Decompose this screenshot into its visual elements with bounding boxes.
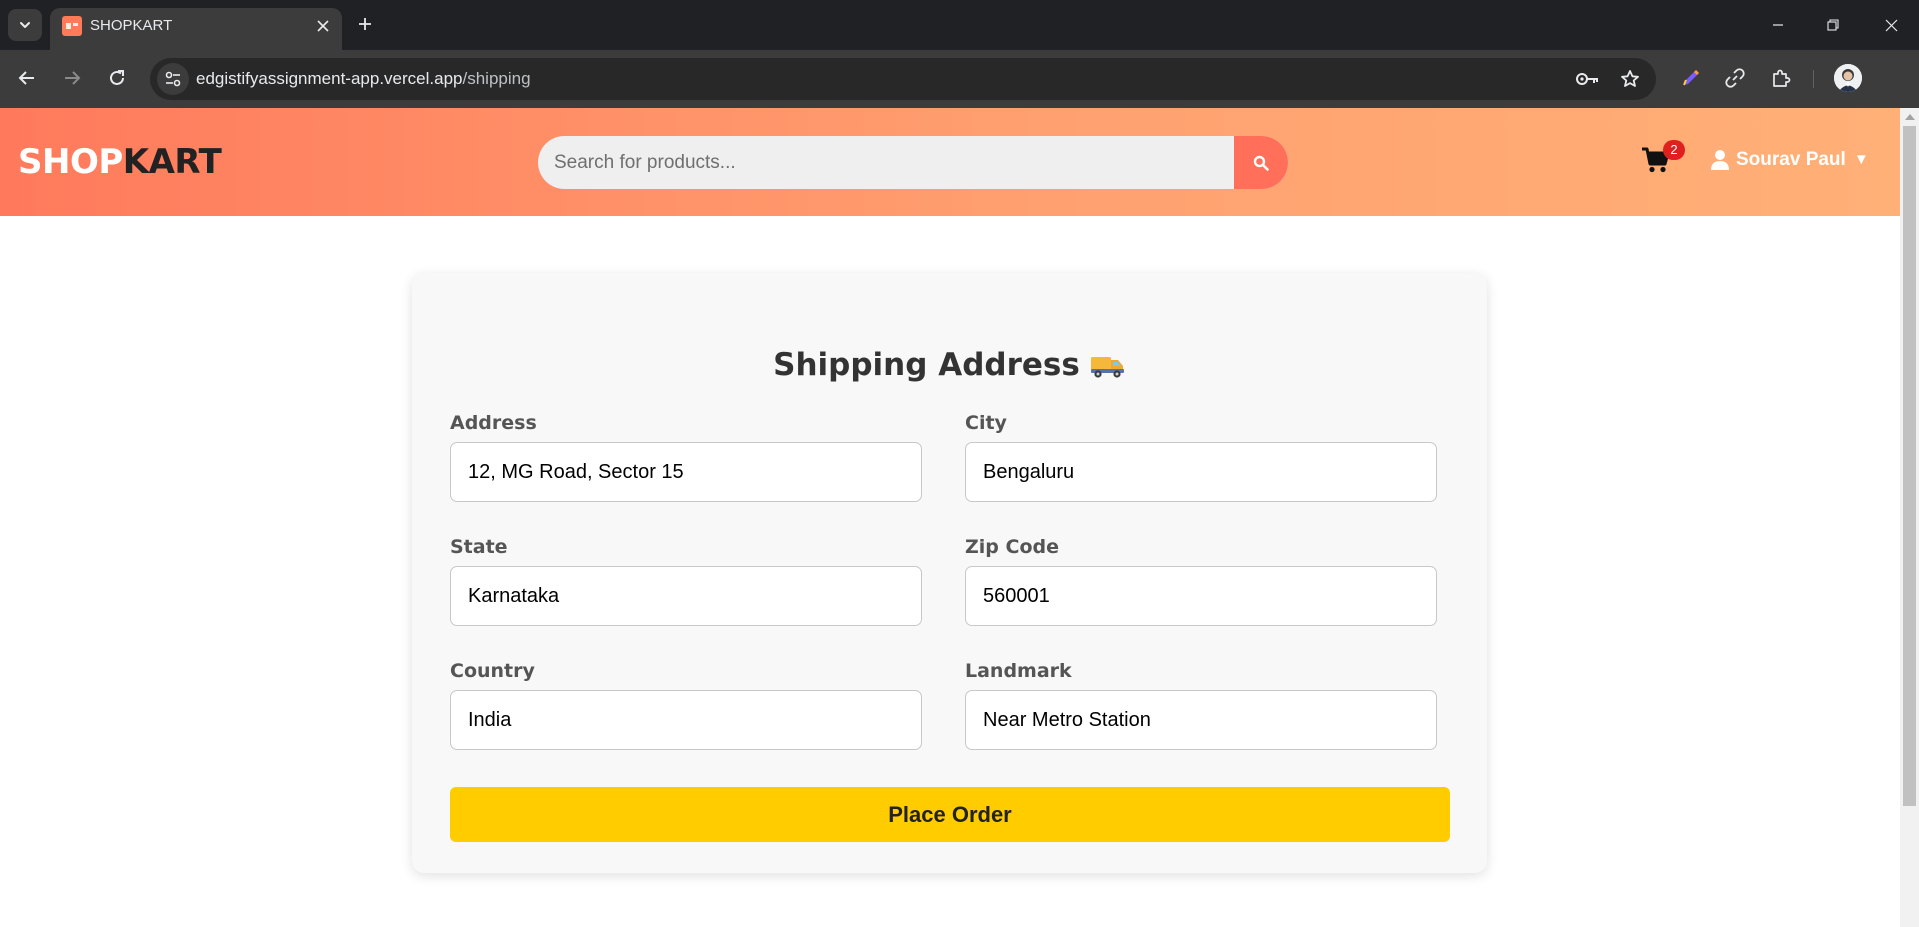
- url-path: /shipping: [462, 69, 531, 88]
- search-button[interactable]: [1234, 136, 1288, 189]
- landmark-input[interactable]: [965, 690, 1437, 750]
- tune-icon: [165, 71, 181, 87]
- zip-label: Zip Code: [965, 536, 1059, 558]
- reload-icon: [110, 70, 124, 85]
- address-label: Address: [450, 412, 537, 434]
- arrow-left-icon: [18, 71, 34, 85]
- city-field-group: City: [965, 412, 1437, 502]
- star-icon: [1621, 70, 1639, 87]
- key-icon: [1576, 73, 1598, 85]
- browser-tab-bar: SHOPKART: [0, 0, 1919, 50]
- user-name: Sourav Paul: [1736, 149, 1846, 170]
- landmark-label: Landmark: [965, 660, 1072, 682]
- close-icon: [317, 20, 329, 32]
- profile-avatar[interactable]: [1834, 64, 1862, 92]
- minimize-button[interactable]: [1765, 12, 1791, 38]
- page-scrollbar[interactable]: [1900, 108, 1919, 927]
- logo-shop: SHOP: [18, 142, 123, 182]
- extension-pen-button[interactable]: [1675, 62, 1707, 94]
- url-text: edgistifyassignment-app.vercel.app/shipp…: [196, 69, 531, 89]
- state-field-group: State: [450, 536, 922, 626]
- page-viewport: SHOPKART 2 Sourav Paul ▼ Shipping Addres…: [0, 108, 1900, 927]
- browser-tab[interactable]: SHOPKART: [50, 8, 342, 50]
- address-bar[interactable]: edgistifyassignment-app.vercel.app/shipp…: [150, 58, 1656, 100]
- chevron-down-icon: ▼: [1853, 151, 1869, 168]
- new-tab-button[interactable]: [352, 11, 378, 37]
- address-input[interactable]: [450, 442, 922, 502]
- shopkart-favicon-icon: [62, 16, 82, 36]
- arrow-right-icon: [65, 71, 81, 85]
- truck-icon: [1090, 357, 1124, 378]
- extensions-button[interactable]: [1765, 62, 1797, 94]
- scroll-up-arrow-icon[interactable]: [1905, 114, 1915, 120]
- shopkart-logo[interactable]: SHOPKART: [18, 142, 222, 182]
- shipping-card: Shipping Address Address City State Zip …: [412, 273, 1487, 873]
- password-button[interactable]: [1572, 63, 1604, 95]
- tab-close-button[interactable]: [312, 15, 334, 37]
- country-field-group: Country: [450, 660, 922, 750]
- browser-toolbar: edgistifyassignment-app.vercel.app/shipp…: [0, 50, 1919, 108]
- landmark-field-group: Landmark: [965, 660, 1437, 750]
- link-icon: [1725, 68, 1745, 88]
- back-button[interactable]: [11, 62, 43, 94]
- tab-title: SHOPKART: [90, 17, 173, 34]
- bookmark-button[interactable]: [1614, 63, 1646, 95]
- state-input[interactable]: [450, 566, 922, 626]
- zip-input[interactable]: [965, 566, 1437, 626]
- page-title-text: Shipping Address: [773, 347, 1080, 383]
- reload-button[interactable]: [101, 62, 133, 94]
- minimize-icon: [1773, 24, 1783, 26]
- chevron-down-icon: [20, 22, 30, 28]
- search-bar: [538, 136, 1288, 189]
- user-menu[interactable]: Sourav Paul ▼: [1710, 148, 1869, 172]
- site-info-button[interactable]: [157, 63, 189, 95]
- pen-icon: [1683, 69, 1700, 86]
- site-header: SHOPKART 2 Sourav Paul ▼: [0, 108, 1900, 216]
- city-input[interactable]: [965, 442, 1437, 502]
- plus-icon: [359, 18, 371, 30]
- toolbar-divider: [1813, 70, 1814, 88]
- restore-icon: [1827, 19, 1839, 31]
- avatar-icon: [1834, 64, 1862, 92]
- puzzle-icon: [1773, 69, 1791, 87]
- scrollbar-thumb[interactable]: [1903, 126, 1916, 806]
- search-icon: [1253, 155, 1269, 171]
- close-icon: [1885, 19, 1897, 31]
- zip-field-group: Zip Code: [965, 536, 1437, 626]
- address-field-group: Address: [450, 412, 922, 502]
- page-title: Shipping Address: [412, 345, 1487, 385]
- place-order-button[interactable]: Place Order: [450, 787, 1450, 842]
- extension-link-button[interactable]: [1719, 62, 1751, 94]
- forward-button[interactable]: [56, 62, 88, 94]
- window-close-button[interactable]: [1878, 12, 1904, 38]
- country-input[interactable]: [450, 690, 922, 750]
- city-label: City: [965, 412, 1007, 434]
- search-input[interactable]: [538, 136, 1234, 189]
- country-label: Country: [450, 660, 535, 682]
- cart-count-badge: 2: [1663, 140, 1685, 160]
- state-label: State: [450, 536, 508, 558]
- tab-search-button[interactable]: [8, 9, 42, 41]
- url-host: edgistifyassignment-app.vercel.app: [196, 69, 463, 88]
- restore-button[interactable]: [1820, 12, 1846, 38]
- user-icon: [1711, 150, 1729, 170]
- logo-kart: KART: [122, 142, 222, 182]
